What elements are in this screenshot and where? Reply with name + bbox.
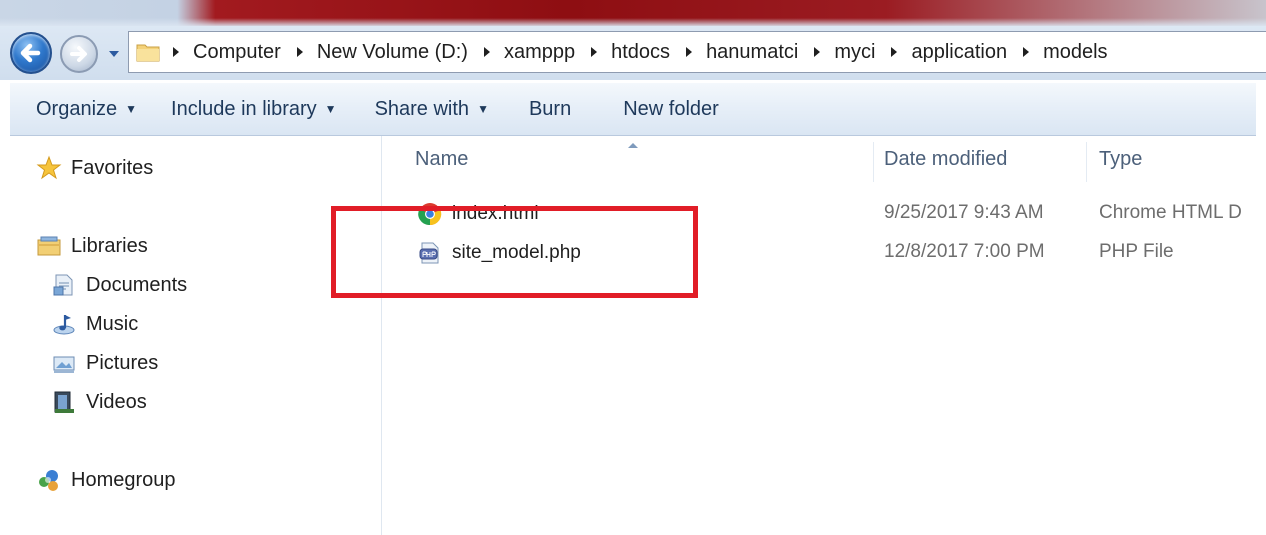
breadcrumb-htdocs[interactable]: htdocs [611,41,670,64]
burn-label: Burn [528,97,572,120]
sidebar-label: Pictures [86,351,159,374]
new-folder-label: New folder [623,97,719,120]
sidebar-item-videos[interactable]: Videos [51,389,147,415]
breadcrumb-models[interactable]: models [1043,41,1107,64]
breadcrumb-computer[interactable]: Computer [193,41,281,64]
breadcrumb-separator-icon[interactable] [1019,45,1033,59]
dropdown-caret-icon: ▼ [324,102,337,116]
sidebar-item-homegroup[interactable]: Homegroup [36,467,176,493]
breadcrumb-separator-icon [173,47,179,57]
command-toolbar: Organize ▼ Include in library ▼ Share wi… [10,82,1256,136]
homegroup-icon [39,470,58,491]
videos-icon [54,391,74,413]
burn-button[interactable]: Burn [529,98,571,121]
libraries-icon [37,236,61,256]
sidebar-label: Libraries [71,234,148,257]
column-divider[interactable] [873,142,874,182]
column-header-date-modified[interactable]: Date modified [884,148,1007,171]
file-type: Chrome HTML D [1099,202,1242,223]
folder-icon [136,44,160,62]
window-title-bar [0,0,1266,26]
share-with-label: Share with [374,97,470,120]
sidebar-item-pictures[interactable]: Pictures [51,350,158,376]
sidebar-label: Videos [86,390,147,413]
file-type: PHP File [1099,241,1174,262]
breadcrumb-separator-icon[interactable] [682,45,696,59]
dropdown-caret-icon: ▼ [477,102,489,116]
breadcrumb-separator-icon[interactable] [587,45,601,59]
breadcrumb-new-volume[interactable]: New Volume (D:) [317,41,468,64]
highlight-annotation-box [331,206,698,298]
breadcrumb-separator-icon[interactable] [810,45,824,59]
address-bar[interactable]: Computer New Volume (D:) xamppp htdocs h… [128,31,1266,73]
share-with-button[interactable]: Share with ▼ [375,98,489,121]
column-header-type[interactable]: Type [1099,148,1142,171]
sidebar-label: Music [86,312,139,335]
file-date: 9/25/2017 9:43 AM [884,202,1044,223]
sort-ascending-icon [628,143,638,148]
include-in-library-button[interactable]: Include in library ▼ [171,98,337,121]
breadcrumb-separator-icon[interactable] [480,45,494,59]
dropdown-caret-icon: ▼ [125,102,138,116]
organize-button[interactable]: Organize ▼ [36,98,137,121]
sidebar-item-libraries[interactable]: Libraries [36,233,148,259]
breadcrumb-separator-icon[interactable] [293,45,307,59]
breadcrumb-xamppp[interactable]: xamppp [504,41,575,64]
breadcrumb-application[interactable]: application [911,41,1007,64]
sidebar-item-documents[interactable]: Documents [51,272,187,298]
new-folder-button[interactable]: New folder [623,98,719,121]
breadcrumb-hanumatci[interactable]: hanumatci [706,41,798,64]
sidebar-item-music[interactable]: Music [51,311,138,337]
back-button[interactable] [10,32,52,74]
navigation-pane: Favorites Libraries Documents Music Pict… [10,136,382,535]
column-header-name[interactable]: Name [415,148,468,171]
breadcrumb-myci[interactable]: myci [834,41,875,64]
sidebar-label: Favorites [71,156,154,179]
forward-arrow-icon [70,46,87,62]
file-list: Name Date modified Type index.html 9/25/… [383,136,1256,535]
pictures-icon [53,356,75,373]
navigation-bar: Computer New Volume (D:) xamppp htdocs h… [0,26,1266,80]
breadcrumb-separator-icon[interactable] [887,45,901,59]
forward-button[interactable] [60,35,98,73]
recent-pages-button[interactable] [106,46,122,62]
music-icon [53,315,75,335]
organize-label: Organize [36,97,118,120]
sidebar-label: Documents [86,273,188,296]
back-arrow-icon [20,43,41,63]
file-date: 12/8/2017 7:00 PM [884,241,1045,262]
star-icon [36,155,62,180]
sidebar-label: Homegroup [71,468,176,491]
chevron-down-icon [109,51,119,57]
include-in-library-label: Include in library [171,97,317,120]
sidebar-item-favorites[interactable]: Favorites [36,155,153,181]
documents-icon [53,274,73,296]
column-divider[interactable] [1086,142,1087,182]
